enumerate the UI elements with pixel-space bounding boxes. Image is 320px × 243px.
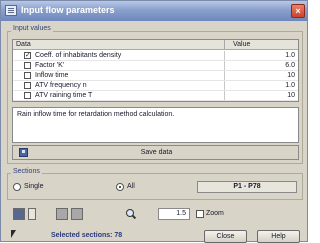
row-label: Inflow time	[35, 72, 69, 79]
input-values-table: Data Value ✓ Coeff. of inhabitants densit…	[12, 39, 299, 102]
row-checkbox[interactable]	[24, 72, 31, 79]
title-bar[interactable]: Input flow parameters ×	[1, 1, 307, 21]
radio-single-label: Single	[24, 183, 44, 190]
row-label: Factor 'K'	[35, 62, 65, 69]
section-range-display: P1 - P78	[197, 181, 297, 193]
zoom-value-field[interactable]: 1.5	[158, 208, 190, 220]
help-button[interactable]: Help	[257, 230, 300, 243]
row-value[interactable]: 1.0	[285, 52, 295, 59]
selected-sections-text: Selected sections: 78	[51, 232, 123, 239]
input-values-label: Input values	[11, 25, 53, 32]
table-header: Data Value	[13, 40, 298, 50]
row-label: Coeff. of inhabitants density	[35, 52, 122, 59]
view-tool-icon-1[interactable]	[56, 208, 68, 220]
save-data-button[interactable]: Save data	[12, 145, 299, 160]
magnifier-icon[interactable]	[125, 208, 137, 220]
description-text: Rain inflow time for retardation method …	[12, 107, 299, 143]
view-tool-icon-2[interactable]	[71, 208, 83, 220]
column-header-data[interactable]: Data	[16, 41, 31, 48]
pointer-icon[interactable]	[11, 230, 20, 240]
table-row[interactable]: ATV raining time T 10	[13, 91, 298, 101]
table-row[interactable]: Factor 'K' 6.0	[13, 61, 298, 71]
window-title: Input flow parameters	[21, 5, 115, 15]
export-tool-icon[interactable]	[13, 208, 25, 220]
table-row[interactable]: ATV frequency n 1.0	[13, 81, 298, 91]
column-header-value[interactable]: Value	[233, 41, 250, 48]
row-label: ATV frequency n	[35, 82, 87, 89]
radio-all[interactable]	[116, 183, 124, 191]
radio-single[interactable]	[13, 183, 21, 191]
input-flow-parameters-dialog: Input flow parameters × Input values Dat…	[0, 0, 308, 243]
row-value[interactable]: 1.0	[285, 82, 295, 89]
row-label: ATV raining time T	[35, 92, 93, 99]
row-checkbox[interactable]	[24, 82, 31, 89]
table-row[interactable]: ✓ Coeff. of inhabitants density 1.0	[13, 51, 298, 61]
app-icon	[5, 5, 17, 16]
zoom-checkbox[interactable]	[196, 210, 204, 218]
row-value[interactable]: 10	[287, 92, 295, 99]
radio-all-label: All	[127, 183, 135, 190]
close-window-button[interactable]: ×	[291, 4, 305, 18]
table-row[interactable]: Inflow time 10	[13, 71, 298, 81]
row-value[interactable]: 6.0	[285, 62, 295, 69]
row-checkbox[interactable]	[24, 62, 31, 69]
sections-label: Sections	[11, 168, 42, 175]
row-checkbox[interactable]	[24, 92, 31, 99]
close-button[interactable]: Close	[204, 230, 247, 243]
row-value[interactable]: 10	[287, 72, 295, 79]
dropdown-arrow-icon[interactable]	[28, 208, 36, 220]
save-data-label: Save data	[140, 149, 173, 156]
zoom-label: Zoom	[206, 210, 224, 217]
row-checkbox[interactable]: ✓	[24, 52, 31, 59]
